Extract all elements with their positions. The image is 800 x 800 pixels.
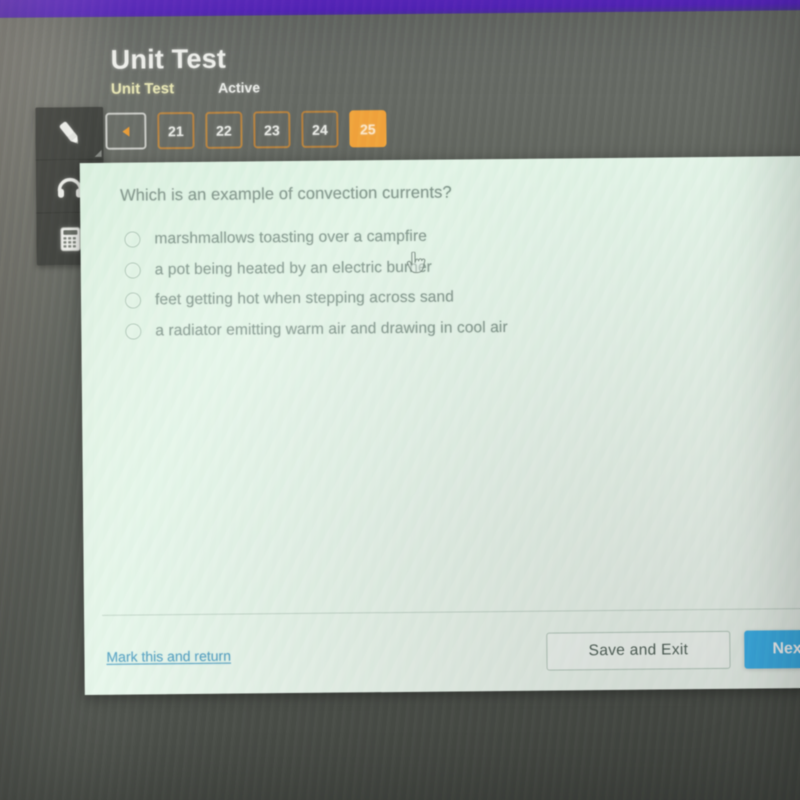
page-title: Unit Test: [110, 43, 227, 75]
question-button-label: 21: [168, 122, 184, 139]
radio-button[interactable]: [124, 292, 142, 309]
question-button-label: 24: [312, 121, 328, 138]
breadcrumb: Unit Test Active: [111, 79, 260, 97]
question-button-23[interactable]: 23: [253, 111, 291, 149]
pointer-hand-cursor: [405, 251, 427, 278]
radio-button[interactable]: [125, 323, 142, 340]
tool-highlighter[interactable]: [35, 106, 104, 161]
answer-option-4[interactable]: a radiator emitting warm air and drawing…: [125, 310, 745, 346]
chevron-left-icon: [122, 126, 130, 137]
question-text: Which is an example of convection curren…: [119, 183, 452, 205]
question-button-24[interactable]: 24: [301, 110, 339, 148]
radio-button[interactable]: [124, 262, 141, 279]
footer-divider: [102, 608, 800, 616]
radio-button[interactable]: [124, 231, 141, 248]
answer-option-label: feet getting hot when stepping across sa…: [154, 288, 455, 309]
question-button-label: 25: [360, 120, 376, 137]
answer-options: marshmallows toasting over a campfire a …: [124, 219, 745, 347]
question-button-label: 23: [264, 121, 280, 138]
quiz-screen: Unit Test Unit Test Active 21 22 23 24 2…: [0, 0, 800, 800]
save-and-exit-button[interactable]: Save and Exit: [546, 630, 731, 671]
answer-option-label: marshmallows toasting over a campfire: [154, 227, 427, 248]
answer-option-label: a pot being heated by an electric burner: [154, 258, 432, 279]
status-badge: Active: [217, 79, 261, 96]
mark-this-and-return-link[interactable]: Mark this and return: [106, 648, 231, 665]
next-button[interactable]: Next: [744, 629, 800, 669]
question-button-21[interactable]: 21: [157, 111, 195, 150]
monitor-photo: Unit Test Unit Test Active 21 22 23 24 2…: [0, 0, 800, 800]
question-card: Which is an example of convection curren…: [79, 156, 800, 696]
question-button-25[interactable]: 25: [349, 110, 387, 148]
breadcrumb-test-name: Unit Test: [110, 80, 175, 98]
question-number-nav: 21 22 23 24 25: [105, 110, 387, 150]
question-button-22[interactable]: 22: [205, 111, 243, 149]
highlighter-icon: [53, 117, 85, 149]
question-button-label: 22: [216, 122, 232, 139]
answer-option-label: a radiator emitting warm air and drawing…: [155, 318, 508, 340]
prev-question-button[interactable]: [105, 112, 147, 150]
